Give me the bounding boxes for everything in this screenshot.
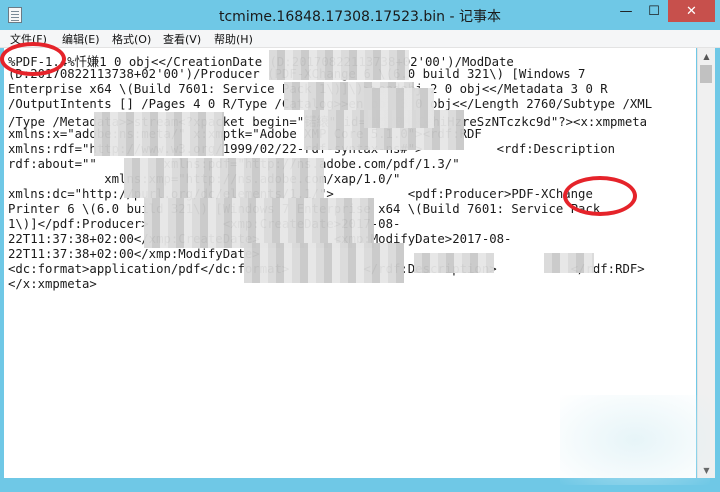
menu-help[interactable]: 帮助(H)	[214, 31, 253, 47]
maximize-button[interactable]: ☐	[640, 0, 668, 22]
annotation-circle-producer	[563, 176, 637, 216]
redaction-mask	[144, 198, 374, 248]
watermark	[560, 395, 710, 485]
notepad-window: tcmime.16848.17308.17523.bin - 记事本 — ☐ ✕…	[0, 0, 720, 492]
menu-bar: 文件(F) 编辑(E) 格式(O) 查看(V) 帮助(H)	[0, 30, 720, 48]
text-line: </x:xmpmeta>	[8, 277, 97, 291]
title-bar[interactable]: tcmime.16848.17308.17523.bin - 记事本 — ☐ ✕	[0, 0, 720, 30]
scroll-thumb[interactable]	[700, 65, 712, 83]
redaction-mask	[124, 158, 324, 198]
redaction-mask	[244, 243, 404, 283]
annotation-circle-pdf-version	[0, 42, 66, 76]
close-button[interactable]: ✕	[668, 0, 715, 22]
scroll-up-icon[interactable]: ▲	[698, 48, 715, 64]
redaction-mask	[269, 50, 409, 80]
redaction-mask	[414, 253, 494, 273]
menu-format[interactable]: 格式(O)	[112, 31, 151, 47]
redaction-mask	[364, 88, 434, 128]
text-line: 22T11:37:38+02:00</xmp:ModifyDate>	[8, 247, 260, 261]
minimize-button[interactable]: —	[612, 0, 640, 22]
menu-view[interactable]: 查看(V)	[163, 31, 201, 47]
redaction-mask	[94, 112, 224, 156]
menu-edit[interactable]: 编辑(E)	[62, 31, 100, 47]
redaction-mask	[544, 253, 594, 273]
